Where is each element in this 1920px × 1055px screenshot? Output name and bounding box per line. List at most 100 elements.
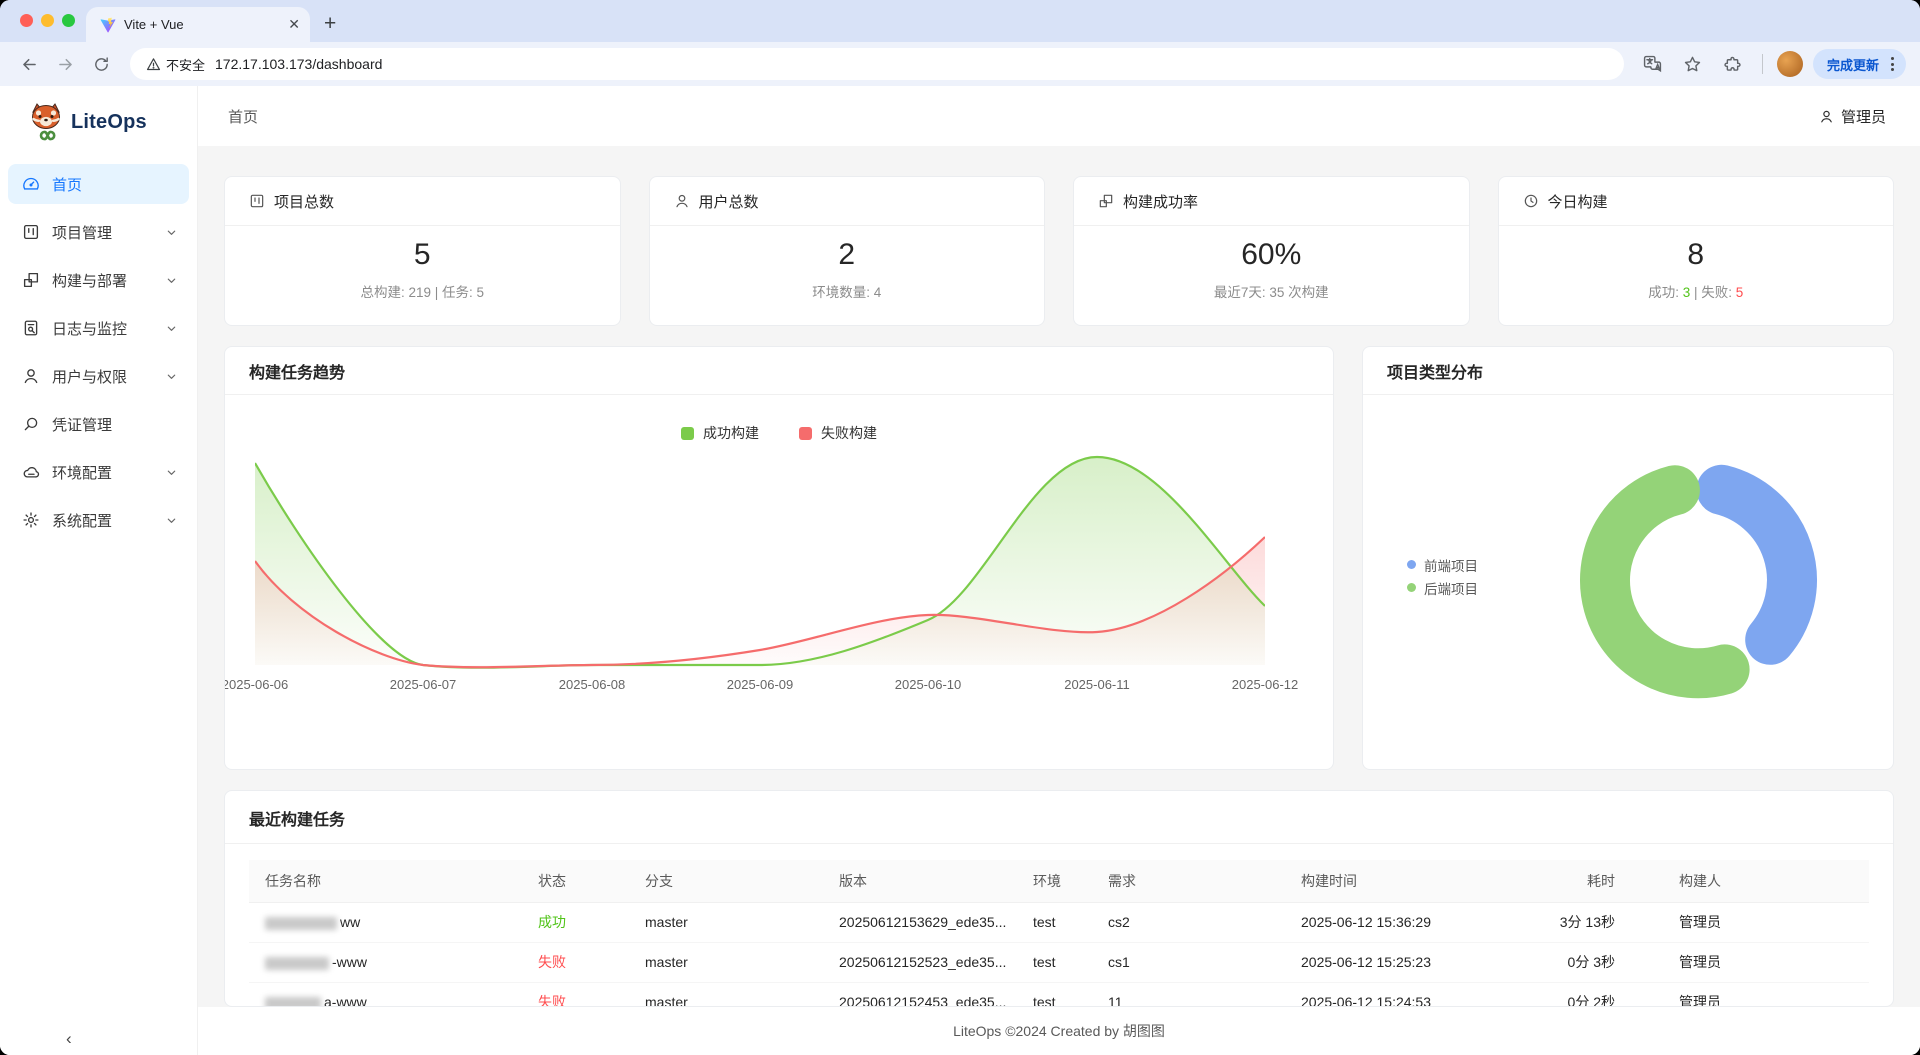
sidebar-item-build-deploy[interactable]: 构建与部署 [8, 260, 189, 300]
col-task-name: 任务名称 [249, 860, 522, 902]
redacted-task-name [265, 917, 337, 930]
toolbar-divider [1762, 54, 1763, 74]
stat-card-projects: 项目总数 5 总构建: 219 | 任务: 5 [224, 176, 621, 326]
browser-menu-icon[interactable] [1885, 57, 1900, 71]
recent-builds-table: 任务名称 状态 分支 版本 环境 需求 构建时间 耗时 构建人 [225, 844, 1893, 1007]
branch-cell: master [629, 942, 823, 982]
trend-x-axis: 2025-06-06 2025-06-07 2025-06-08 2025-06… [225, 677, 1333, 701]
clock-icon [1523, 193, 1539, 209]
col-requirement: 需求 [1092, 860, 1285, 902]
sidebar-item-system[interactable]: 系统配置 [8, 500, 189, 540]
duration-cell: 0分 2秒 [1491, 982, 1631, 1007]
col-builder: 构建人 [1631, 860, 1869, 902]
project-type-donut-chart [1569, 450, 1829, 710]
charts-row: 构建任务趋势 成功构建 失败构建 [224, 346, 1894, 770]
liteops-app: LiteOps 首页 项目管理 [0, 86, 1920, 1055]
forward-icon[interactable] [50, 49, 80, 79]
dashboard-content: 项目总数 5 总构建: 219 | 任务: 5 用户总数 2 环境数量: 4 [198, 146, 1920, 1007]
user-menu[interactable]: 管理员 [1819, 106, 1886, 127]
tab-title: Vite + Vue [124, 17, 280, 32]
logo-text: LiteOps [71, 111, 147, 134]
env-cell: test [1017, 902, 1092, 942]
legend-swatch-fail [799, 427, 812, 440]
reload-icon[interactable] [86, 49, 116, 79]
bookmark-star-icon[interactable] [1678, 49, 1708, 79]
sidebar-item-logs-monitoring[interactable]: 日志与监控 [8, 308, 189, 348]
sidebar-item-label: 凭证管理 [52, 414, 177, 435]
minimize-window-button[interactable] [41, 14, 54, 27]
stat-subtitle: 环境数量: 4 [650, 281, 1045, 301]
window-controls [20, 14, 75, 27]
chevron-down-icon [166, 275, 177, 286]
table-row[interactable]: a-www 失败 master 20250612152453_ede35... … [249, 982, 1869, 1007]
stats-row: 项目总数 5 总构建: 219 | 任务: 5 用户总数 2 环境数量: 4 [224, 176, 1894, 326]
close-window-button[interactable] [20, 14, 33, 27]
requirement-cell: cs1 [1092, 942, 1285, 982]
recent-builds-card: 最近构建任务 任务名称 状态 分支 版本 [224, 790, 1894, 1007]
stat-value: 60% [1074, 238, 1469, 272]
col-status: 状态 [522, 860, 629, 902]
legend-swatch-success [681, 427, 694, 440]
table-row[interactable]: -www 失败 master 20250612152523_ede35... t… [249, 942, 1869, 982]
sidebar-item-environment[interactable]: 环境配置 [8, 452, 189, 492]
distribution-chart-title: 项目类型分布 [1363, 347, 1893, 395]
chevron-down-icon [166, 227, 177, 238]
branch-cell: master [629, 982, 823, 1007]
legend-dot-backend [1407, 583, 1416, 592]
logo[interactable]: LiteOps [0, 86, 197, 156]
x-tick: 2025-06-06 [224, 677, 310, 692]
legend-item-success[interactable]: 成功构建 [681, 423, 759, 443]
build-time-cell: 2025-06-12 15:36:29 [1285, 902, 1491, 942]
legend-label: 前端项目 [1424, 555, 1478, 575]
trend-chart-title: 构建任务趋势 [225, 347, 1333, 395]
legend-item-frontend[interactable]: 前端项目 [1407, 553, 1478, 576]
x-tick: 2025-06-07 [368, 677, 478, 692]
builder-cell: 管理员 [1631, 982, 1869, 1007]
project-type-card: 项目类型分布 前端项目 后端项目 [1362, 346, 1894, 770]
sidebar-item-label: 日志与监控 [52, 318, 154, 339]
app-header: 首页 管理员 [198, 86, 1920, 146]
browser-tab[interactable]: Vite + Vue ✕ [86, 7, 310, 42]
breadcrumb: 首页 [228, 106, 258, 127]
requirement-cell: cs2 [1092, 902, 1285, 942]
extensions-icon[interactable] [1718, 49, 1748, 79]
x-tick: 2025-06-12 [1210, 677, 1320, 692]
file-search-icon [22, 319, 40, 337]
sidebar-item-credentials[interactable]: 凭证管理 [8, 404, 189, 444]
sidebar-collapse-icon[interactable]: ‹ [66, 1029, 72, 1049]
user-icon [674, 193, 690, 209]
fail-count: 5 [1736, 285, 1744, 300]
chrome-update-label: 完成更新 [1827, 55, 1879, 74]
url-text[interactable]: 172.17.103.173/dashboard [215, 56, 382, 72]
builder-cell: 管理员 [1631, 942, 1869, 982]
sidebar-item-label: 首页 [52, 174, 177, 195]
new-tab-button[interactable]: + [324, 12, 336, 36]
not-secure-chip[interactable]: 不安全 [146, 55, 205, 74]
redacted-task-name [265, 957, 329, 970]
x-tick: 2025-06-11 [1042, 677, 1152, 692]
x-tick: 2025-06-08 [537, 677, 647, 692]
sidebar-item-home[interactable]: 首页 [8, 164, 189, 204]
zoom-window-button[interactable] [62, 14, 75, 27]
trend-legend: 成功构建 失败构建 [225, 423, 1333, 443]
user-icon [22, 367, 40, 385]
chrome-update-button[interactable]: 完成更新 [1813, 49, 1906, 79]
col-version: 版本 [823, 860, 1017, 902]
legend-label: 失败构建 [821, 423, 877, 443]
project-icon [22, 223, 40, 241]
back-icon[interactable] [14, 49, 44, 79]
chevron-down-icon [166, 515, 177, 526]
legend-item-backend[interactable]: 后端项目 [1407, 576, 1478, 599]
version-cell: 20250612152453_ede35... [823, 982, 1017, 1007]
table-row[interactable]: ww 成功 master 20250612153629_ede35... tes… [249, 902, 1869, 942]
task-name-cell: a-www [249, 982, 522, 1007]
url-bar[interactable]: 不安全 172.17.103.173/dashboard [130, 48, 1624, 80]
tab-close-icon[interactable]: ✕ [288, 16, 300, 33]
sidebar-item-users-permissions[interactable]: 用户与权限 [8, 356, 189, 396]
legend-item-fail[interactable]: 失败构建 [799, 423, 877, 443]
translate-icon[interactable] [1638, 49, 1668, 79]
sidebar-item-label: 项目管理 [52, 222, 154, 243]
sidebar-item-projects[interactable]: 项目管理 [8, 212, 189, 252]
stat-title: 项目总数 [274, 191, 334, 212]
profile-avatar[interactable] [1777, 51, 1803, 77]
